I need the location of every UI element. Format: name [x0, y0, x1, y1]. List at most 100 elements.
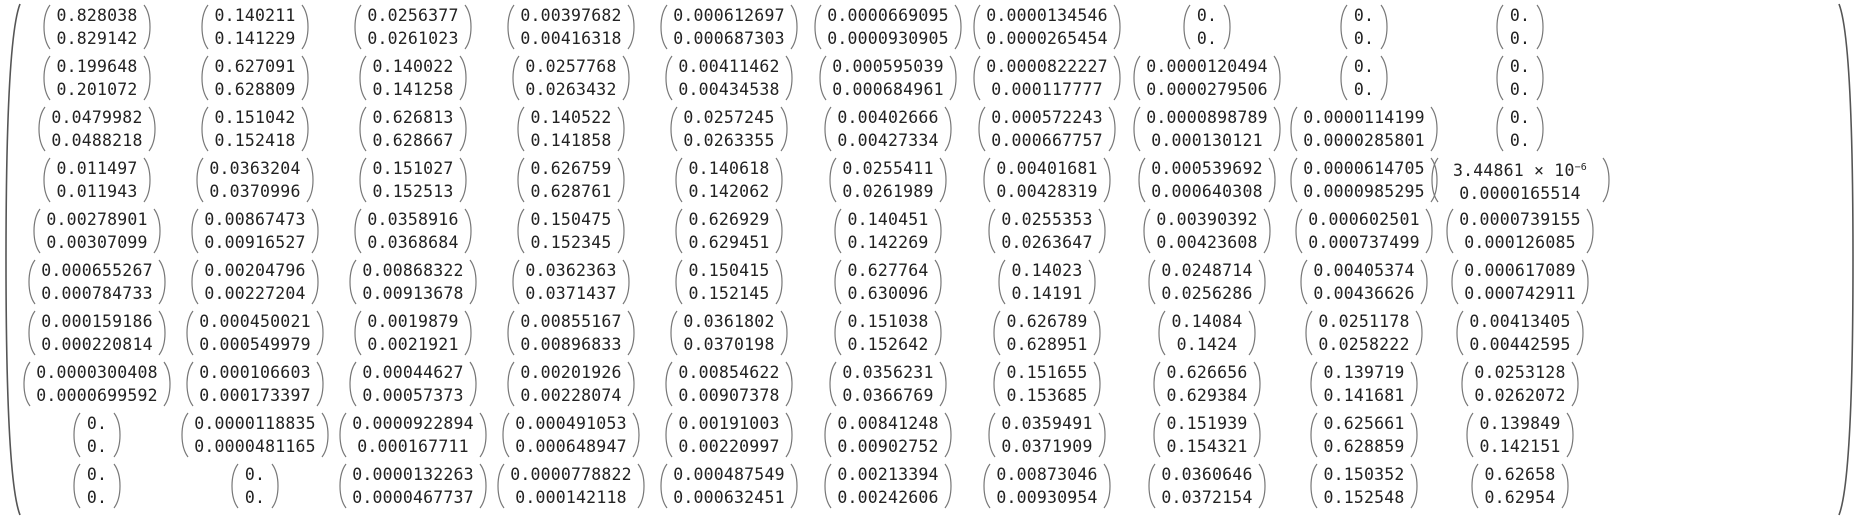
- cell-upper-value: 0.000167711: [357, 437, 469, 456]
- matrix-cell: 0.0360646 0.0372154: [1147, 461, 1267, 511]
- cell-values: 0.151027 0.152513: [370, 155, 456, 205]
- cell-right-paren: [632, 412, 640, 458]
- cell-upper-value: 0.0000481165: [194, 437, 316, 456]
- matrix-cell: 0.00191003 0.00220997: [664, 410, 794, 460]
- cell-upper-value: 0.152642: [847, 335, 929, 354]
- matrix-cell: 0.0479982 0.0488218: [37, 104, 157, 154]
- cell-values: 0.000655267 0.000784733: [39, 257, 155, 307]
- cell-lower-value: 0.0361802: [683, 312, 775, 331]
- cell-values: 0.140022 0.141258: [370, 53, 456, 103]
- cell-right-paren: [1098, 208, 1106, 254]
- cell-values: 0.00278901 0.00307099: [44, 206, 150, 256]
- cell-left-paren: [988, 412, 996, 458]
- cell-upper-value: 0.00902752: [837, 437, 939, 456]
- cell-left-paren: [33, 208, 41, 254]
- matrix-cell: 0.626656 0.629384: [1152, 359, 1262, 409]
- cell-right-paren: [311, 208, 319, 254]
- cell-upper-value: 0.0000467737: [352, 488, 474, 507]
- cell-lower-value: 0.: [1509, 108, 1531, 127]
- cell-right-paren: [464, 310, 472, 356]
- cell-left-paren: [181, 412, 189, 458]
- cell-left-paren: [988, 208, 996, 254]
- cell-right-paren: [479, 412, 487, 458]
- cell-left-paren: [1183, 4, 1191, 50]
- cell-right-paren: [627, 310, 635, 356]
- cell-right-paren: [617, 157, 625, 203]
- matrix-cell: 0.00201926 0.00228074: [506, 359, 636, 409]
- cell-left-paren: [1456, 310, 1464, 356]
- cell-upper-value: 0.00242606: [837, 488, 939, 507]
- matrix-cell: 0.0361802 0.0370198: [669, 308, 789, 358]
- cell-lower-value: 0.: [86, 465, 108, 484]
- cell-lower-value: 0.0358916: [367, 210, 459, 229]
- cell-right-paren: [1415, 310, 1423, 356]
- cell-lower-value: 0.0019879: [367, 312, 459, 331]
- cell-upper-value: 0.154321: [1166, 437, 1248, 456]
- cell-left-paren: [38, 106, 46, 152]
- cell-right-paren: [1586, 208, 1594, 254]
- cell-lower-value: 0.000450021: [199, 312, 311, 331]
- cell-lower-value: 0.0257245: [683, 108, 775, 127]
- cell-upper-value: 0.0370996: [209, 182, 301, 201]
- cell-left-paren: [497, 463, 505, 509]
- cell-lower-value: 0.0000132263: [352, 465, 474, 484]
- cell-right-paren: [954, 4, 962, 50]
- cell-lower-value: 0.000159186: [41, 312, 153, 331]
- cell-right-paren: [939, 157, 947, 203]
- matrix-cell: 0.151038 0.152642: [833, 308, 943, 358]
- cell-values: 0.00411462 0.00434538: [676, 53, 782, 103]
- cell-values: 0.000450021 0.000549979: [197, 308, 313, 358]
- cell-values: 0.00854622 0.00907378: [676, 359, 782, 409]
- cell-right-paren: [1093, 361, 1101, 407]
- cell-right-paren: [1273, 55, 1281, 101]
- cell-left-paren: [983, 463, 991, 509]
- cell-values: 0.0000922894 0.000167711: [350, 410, 476, 460]
- cell-left-paren: [231, 463, 239, 509]
- cell-lower-value: 0.00201926: [520, 363, 622, 382]
- cell-lower-value: 0.626929: [688, 210, 770, 229]
- cell-lower-value: 0.0255353: [1001, 210, 1093, 229]
- cell-left-paren: [973, 4, 981, 50]
- cell-lower-value: 0.00204796: [204, 261, 306, 280]
- cell-right-paren: [1253, 361, 1261, 407]
- cell-upper-value: 0.: [86, 437, 108, 456]
- matrix-cell: 0.0000822227 0.000117777: [972, 53, 1122, 103]
- matrix-cell: 0.14023 0.14191: [997, 257, 1096, 307]
- cell-lower-value: 0.000106603: [199, 363, 311, 382]
- cell-lower-value: 0.000487549: [673, 465, 785, 484]
- cell-values: 0.00191003 0.00220997: [676, 410, 782, 460]
- cell-lower-value: 0.0257768: [525, 57, 617, 76]
- cell-lower-value: 0.0000134546: [986, 6, 1108, 25]
- cell-values: 0.151038 0.152642: [845, 308, 931, 358]
- matrix-cell: 0. 0.: [1339, 53, 1389, 103]
- cell-values: 0.151042 0.152418: [212, 104, 298, 154]
- cell-right-paren: [1410, 412, 1418, 458]
- cell-values: 0.0255353 0.0263647: [999, 206, 1095, 256]
- matrix-cell: 0.151939 0.154321: [1152, 410, 1262, 460]
- cell-left-paren: [339, 412, 347, 458]
- cell-left-paren: [1158, 310, 1166, 356]
- cell-values: 0.139849 0.142151: [1477, 410, 1563, 460]
- cell-right-paren: [780, 310, 788, 356]
- matrix-cell: 0.199648 0.201072: [42, 53, 152, 103]
- cell-lower-value: 0.00413405: [1469, 312, 1571, 331]
- matrix-cell: 0.151027 0.152513: [358, 155, 468, 205]
- cell-lower-value: 0.0000669095: [827, 6, 949, 25]
- cell-lower-value: 0.: [244, 465, 266, 484]
- cell-values: 0.0356231 0.0366769: [840, 359, 936, 409]
- cell-right-paren: [306, 157, 314, 203]
- cell-left-paren: [998, 259, 1006, 305]
- cell-left-paren: [1143, 208, 1151, 254]
- cell-right-paren: [1103, 463, 1111, 509]
- cell-lower-value: 0.0000614705: [1303, 159, 1425, 178]
- cell-left-paren: [28, 259, 36, 305]
- cell-values: 0.0000822227 0.000117777: [984, 53, 1110, 103]
- cell-values: 0. 0.: [1194, 2, 1220, 52]
- cell-lower-value: 0.140618: [688, 159, 770, 178]
- cell-left-paren: [973, 55, 981, 101]
- cell-lower-value: 0.828038: [56, 6, 138, 25]
- cell-upper-value: 0.00220997: [678, 437, 780, 456]
- cell-lower-value: 0.000612697: [673, 6, 785, 25]
- cell-right-paren: [934, 259, 942, 305]
- matrix-cell: 0.0356231 0.0366769: [828, 359, 948, 409]
